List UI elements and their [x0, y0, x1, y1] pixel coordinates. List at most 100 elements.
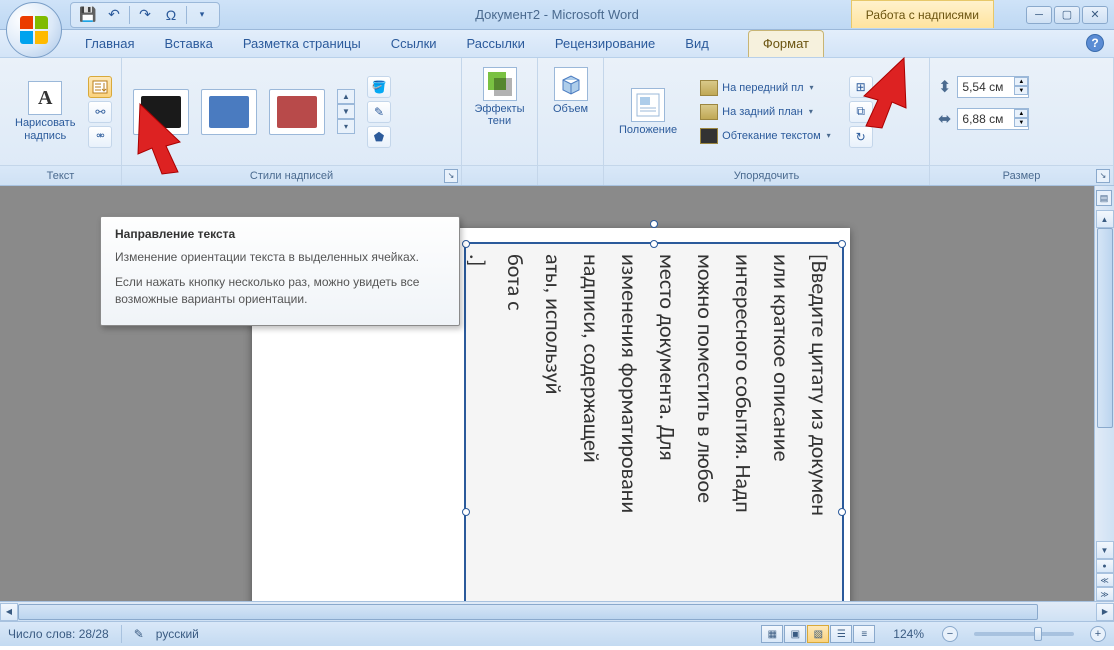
position-label: Положение [619, 124, 677, 136]
language-label[interactable]: русский [156, 627, 199, 641]
word-count[interactable]: Число слов: 28/28 [8, 627, 109, 641]
gallery-more-button[interactable]: ▾ [337, 119, 355, 134]
draw-textbox-button[interactable]: A Нарисовать надпись [8, 76, 82, 146]
proofing-icon[interactable]: ✎ [134, 627, 144, 641]
help-icon[interactable]: ? [1086, 34, 1104, 52]
send-back-button[interactable]: На задний план▾ [696, 102, 835, 122]
position-button[interactable]: Положение [612, 83, 684, 141]
handle-rotate[interactable] [650, 220, 658, 228]
shadow-icon [483, 67, 517, 101]
group-3d-label [538, 165, 603, 185]
height-up-button[interactable]: ▲ [1014, 77, 1028, 86]
tab-references[interactable]: Ссылки [376, 30, 452, 57]
symbol-icon[interactable]: Ω [160, 5, 182, 25]
size-launcher-button[interactable]: ↘ [1096, 169, 1110, 183]
change-shape-icon: ⬟ [374, 130, 384, 144]
zoom-value[interactable]: 124% [893, 627, 924, 641]
horizontal-scrollbar[interactable]: ◀ ▶ [0, 601, 1114, 621]
create-link-button[interactable]: ⚯ [88, 101, 112, 123]
tab-review[interactable]: Рецензирование [540, 30, 670, 57]
tab-mailings[interactable]: Рассылки [452, 30, 540, 57]
zoom-slider[interactable] [974, 632, 1074, 636]
scroll-right-button[interactable]: ▶ [1096, 603, 1114, 621]
save-icon[interactable]: 💾 [77, 5, 99, 25]
prev-page-button[interactable]: ≪ [1096, 573, 1114, 587]
textbox-line-9: бота с [504, 254, 526, 621]
scroll-down-button[interactable]: ▼ [1096, 541, 1114, 559]
scroll-left-button[interactable]: ◀ [0, 603, 18, 621]
maximize-button[interactable]: ▢ [1054, 6, 1080, 24]
titlebar: 💾 ↶ ↷ Ω ▾ Документ2 - Microsoft Word Раб… [0, 0, 1114, 30]
zoom-in-button[interactable]: + [1090, 626, 1106, 642]
style-swatch-3[interactable] [269, 89, 325, 135]
outline-icon: ✎ [374, 105, 384, 119]
handle-r[interactable] [838, 508, 846, 516]
tab-format[interactable]: Формат [748, 30, 824, 57]
3d-effects-button[interactable]: Объем [546, 62, 595, 120]
close-button[interactable]: ✕ [1082, 6, 1108, 24]
styles-launcher-button[interactable]: ↘ [444, 169, 458, 183]
text-wrap-icon [700, 128, 718, 144]
height-down-button[interactable]: ▼ [1014, 86, 1028, 95]
handle-t[interactable] [650, 240, 658, 248]
height-icon: ⬍ [938, 77, 951, 97]
group-3d: Объем [538, 58, 604, 185]
office-button[interactable] [6, 2, 62, 58]
browse-object-button[interactable]: ● [1096, 559, 1114, 573]
tooltip-p2: Если нажать кнопку несколько раз, можно … [115, 274, 445, 308]
textbox-selected[interactable]: [Введите цитату из докумен или краткое о… [464, 242, 844, 621]
redo-icon[interactable]: ↷ [134, 5, 156, 25]
view-outline-button[interactable]: ☰ [830, 625, 852, 643]
minimize-button[interactable]: ─ [1026, 6, 1052, 24]
tab-view[interactable]: Вид [670, 30, 724, 57]
quick-access-toolbar: 💾 ↶ ↷ Ω ▾ [70, 2, 220, 28]
group-size-label: Размер ↘ [930, 165, 1113, 185]
gallery-down-button[interactable]: ▼ [337, 104, 355, 119]
vertical-scrollbar[interactable]: ▤ ▲ ▼ ● ≪ ≫ [1094, 186, 1114, 621]
tab-home[interactable]: Главная [70, 30, 149, 57]
view-full-reading-button[interactable]: ▣ [784, 625, 806, 643]
shape-fill-button[interactable]: 🪣 [367, 76, 391, 98]
qat-customize-icon[interactable]: ▾ [191, 5, 213, 25]
view-draft-button[interactable]: ≡ [853, 625, 875, 643]
cube-icon [554, 67, 588, 101]
shape-outline-button[interactable]: ✎ [367, 101, 391, 123]
window-title: Документ2 - Microsoft Word [475, 7, 639, 22]
width-up-button[interactable]: ▲ [1014, 109, 1028, 118]
view-print-layout-button[interactable]: ▦ [761, 625, 783, 643]
textbox-line-4: можно поместить в любое [694, 254, 716, 621]
width-down-button[interactable]: ▼ [1014, 118, 1028, 127]
text-direction-button[interactable] [88, 76, 112, 98]
change-shape-button[interactable]: ⬟ [367, 126, 391, 148]
group-shadow: Эффекты тени [462, 58, 538, 185]
width-icon: ⬌ [938, 109, 951, 129]
next-page-button[interactable]: ≫ [1096, 587, 1114, 601]
shadow-label: Эффекты тени [475, 103, 525, 127]
hscroll-thumb[interactable] [18, 604, 1038, 620]
tab-insert[interactable]: Вставка [149, 30, 227, 57]
view-web-layout-button[interactable]: ▧ [807, 625, 829, 643]
3d-label: Объем [553, 103, 588, 115]
link-icon: ⚯ [95, 105, 105, 119]
undo-icon[interactable]: ↶ [103, 5, 125, 25]
textbox-line-1: [Введите цитату из докумен [808, 254, 830, 621]
zoom-slider-knob[interactable] [1034, 627, 1042, 641]
group-text: A Нарисовать надпись ⚯ ⚮ Текст [0, 58, 122, 185]
handle-tl[interactable] [462, 240, 470, 248]
textbox-line-2: или краткое описание [770, 254, 792, 621]
scroll-up-button[interactable]: ▲ [1096, 210, 1114, 228]
ruler-toggle-icon[interactable]: ▤ [1096, 190, 1112, 206]
shadow-effects-button[interactable]: Эффекты тени [468, 62, 532, 132]
textbox-a-icon: A [28, 81, 62, 115]
break-link-button[interactable]: ⚮ [88, 126, 112, 148]
textbox-line-6: изменения форматировани [618, 254, 640, 621]
tab-pagelayout[interactable]: Разметка страницы [228, 30, 376, 57]
handle-tr[interactable] [838, 240, 846, 248]
zoom-out-button[interactable]: − [942, 626, 958, 642]
gallery-up-button[interactable]: ▲ [337, 89, 355, 104]
textbox-line-7: надписи, содержащей [580, 254, 602, 621]
bring-front-button[interactable]: На передний пл▾ [696, 78, 835, 98]
style-swatch-2[interactable] [201, 89, 257, 135]
vscroll-thumb[interactable] [1097, 228, 1113, 428]
text-wrap-button[interactable]: Обтекание текстом▾ [696, 126, 835, 146]
